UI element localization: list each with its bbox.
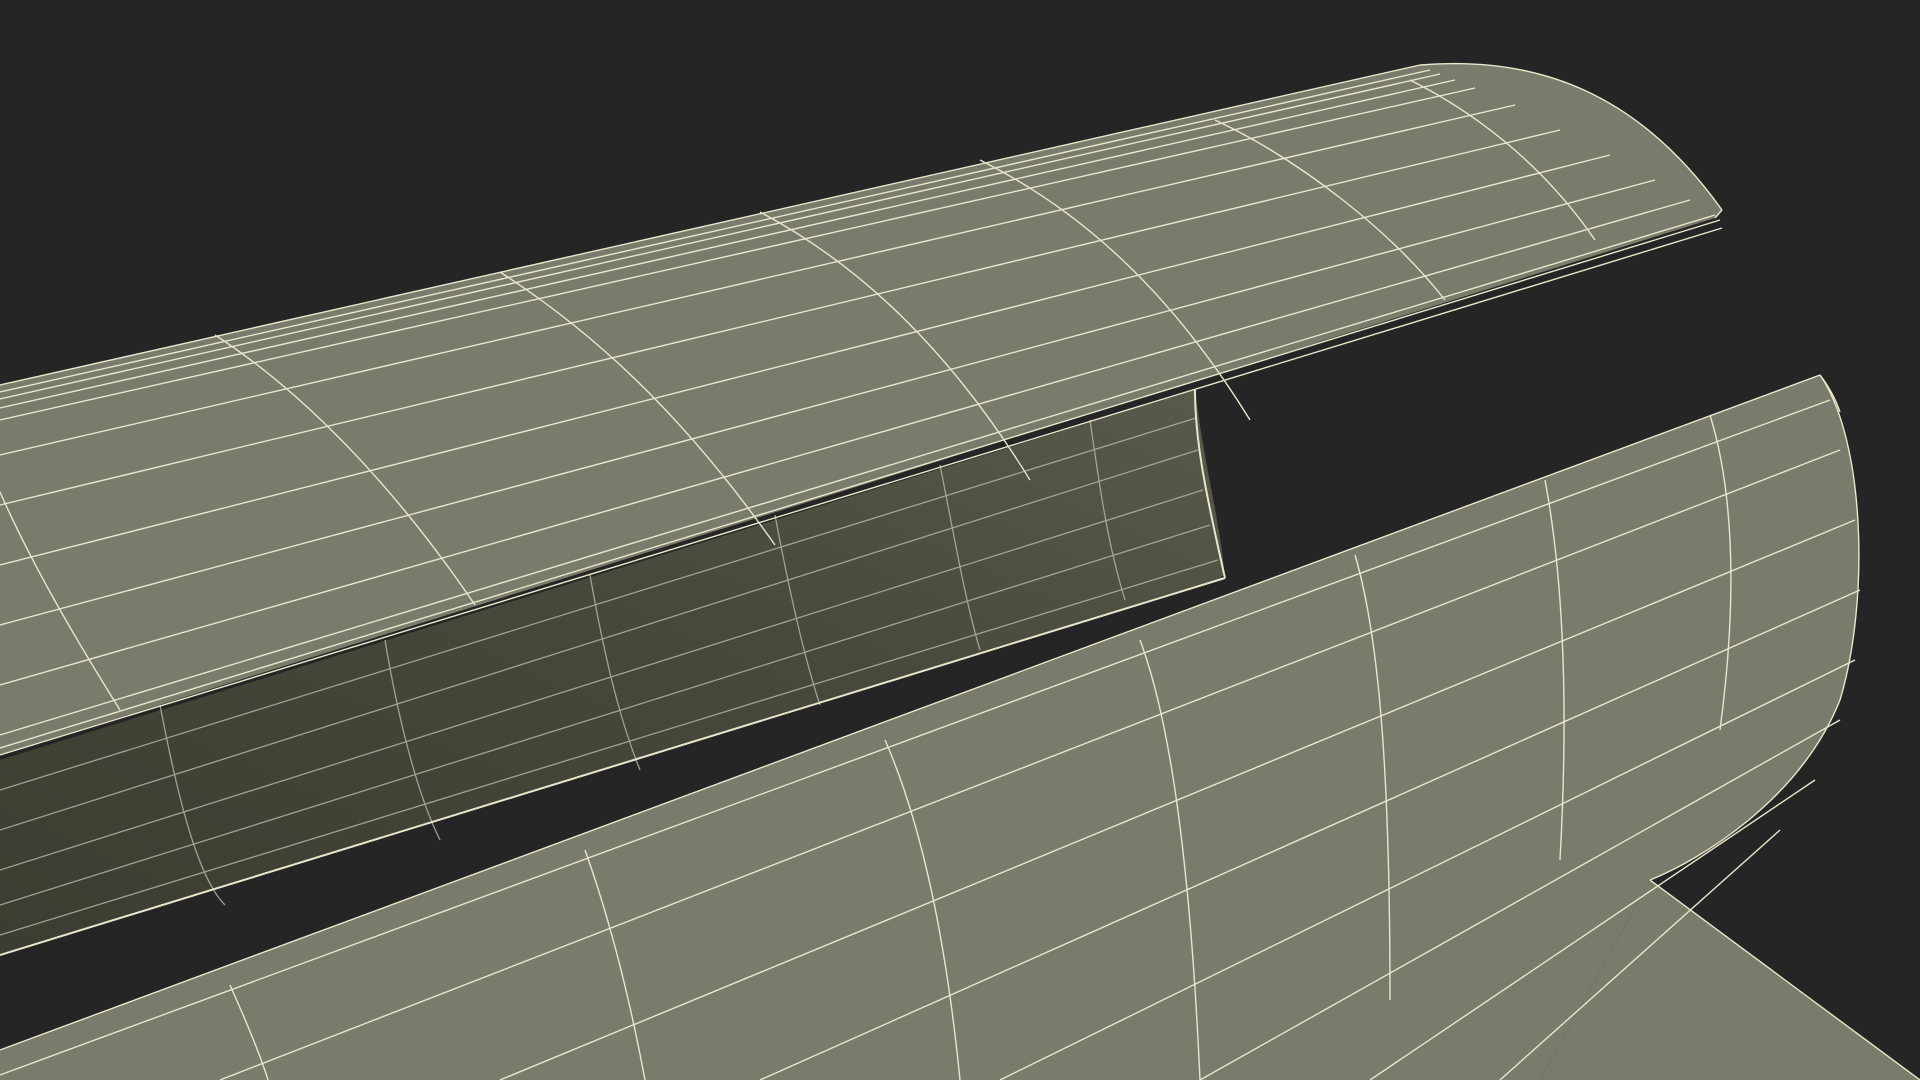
render-viewport	[0, 0, 1920, 1080]
